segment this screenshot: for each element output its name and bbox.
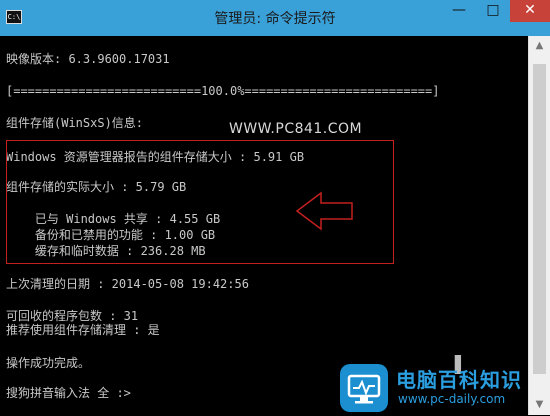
console-line: 映像版本: 6.3.9600.17031 [6, 52, 170, 66]
brand-name: 电脑百科知识 [396, 368, 522, 392]
console-line: 组件存储(WinSxS)信息: [6, 116, 144, 130]
progress-bar-line: [==========================100.0%=======… [6, 84, 440, 98]
scroll-thumb[interactable] [533, 64, 546, 374]
maximize-button[interactable]: □ [476, 0, 510, 22]
minimize-button[interactable]: — [442, 0, 476, 22]
watermark-url: WWW.PC841.COM [229, 121, 363, 137]
monitor-logo-icon [340, 364, 388, 412]
console-line: 操作成功完成。 [6, 356, 91, 370]
window-controls: — □ ✕ [442, 0, 550, 28]
ime-status-line: 搜狗拼音输入法 全 :> [6, 386, 131, 400]
vertical-scrollbar[interactable]: ▲ ▼ [528, 36, 550, 415]
brand-url: www.pc-daily.com [398, 392, 506, 406]
command-prompt-window: C:\ 管理员: 命令提示符 — □ ✕ 映像版本: 6.3.9600.1703… [0, 0, 550, 415]
title-bar[interactable]: C:\ 管理员: 命令提示符 — □ ✕ [0, 0, 550, 36]
brand-logo: 电脑百科知识 www.pc-daily.com [340, 362, 550, 415]
console-line: 上次清理的日期 : 2014-05-08 19:42:56 [6, 277, 249, 291]
left-arrow-icon [295, 191, 353, 231]
scroll-up-icon[interactable]: ▲ [529, 36, 550, 56]
close-button[interactable]: ✕ [510, 0, 550, 22]
console-line: 推荐使用组件存储清理 : 是 [6, 323, 160, 337]
